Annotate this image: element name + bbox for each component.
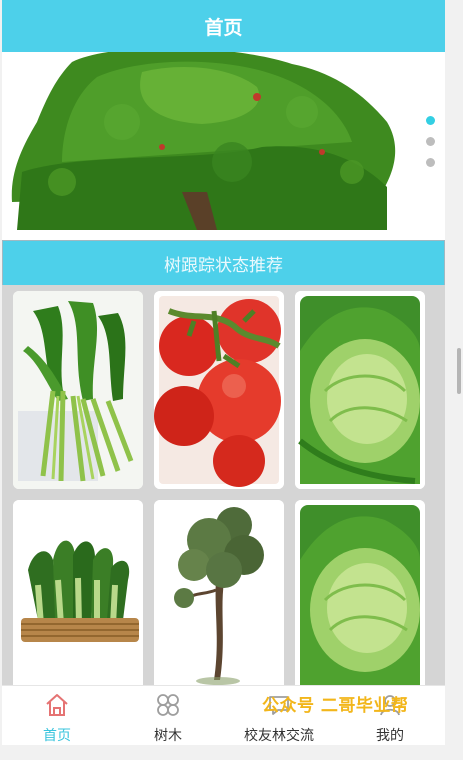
bok-choy-basket-image: [13, 500, 143, 690]
cabbage-image: [295, 291, 425, 489]
water-spinach-image: [13, 291, 143, 489]
cabbage-image-2: [295, 500, 425, 690]
header-bar: 首页: [2, 0, 445, 52]
tab-home[interactable]: 首页: [2, 686, 112, 745]
home-icon: [46, 694, 68, 716]
product-card-tree[interactable]: [154, 500, 284, 690]
tab-mine-label: 我的: [376, 728, 404, 744]
banner-carousel[interactable]: [2, 52, 445, 230]
tree-image: [154, 500, 284, 690]
product-card-cabbage-2[interactable]: [295, 500, 425, 690]
banner-tree-image: [2, 52, 445, 230]
product-card-water-spinach[interactable]: [13, 291, 143, 489]
carousel-dot-2[interactable]: [426, 137, 435, 146]
product-card-tomato[interactable]: [154, 291, 284, 489]
section-title: 树跟踪状态推荐: [164, 255, 283, 276]
carousel-indicator[interactable]: [426, 116, 435, 167]
window-bottom-strip: [0, 745, 463, 760]
scrollbar-thumb[interactable]: [457, 348, 461, 394]
section-header: 树跟踪状态推荐: [2, 240, 445, 286]
product-grid: [2, 285, 445, 690]
tab-trees-label: 树木: [154, 728, 182, 744]
app-screen: 首页 树跟踪状态推荐 首页 树木 校友林交流 我的: [2, 0, 445, 745]
product-card-bok-choy[interactable]: [13, 500, 143, 690]
carousel-dot-1[interactable]: [426, 116, 435, 125]
page-title: 首页: [204, 16, 243, 39]
tree-grid-icon: [157, 694, 179, 716]
tab-alumni-forest-label: 校友林交流: [244, 728, 314, 744]
tab-trees[interactable]: 树木: [113, 686, 223, 745]
watermark-text: 公众号 二哥毕业帮: [262, 696, 409, 716]
tab-home-label: 首页: [43, 728, 71, 744]
carousel-dot-3[interactable]: [426, 158, 435, 167]
product-card-cabbage[interactable]: [295, 291, 425, 489]
tomato-image: [154, 291, 284, 489]
